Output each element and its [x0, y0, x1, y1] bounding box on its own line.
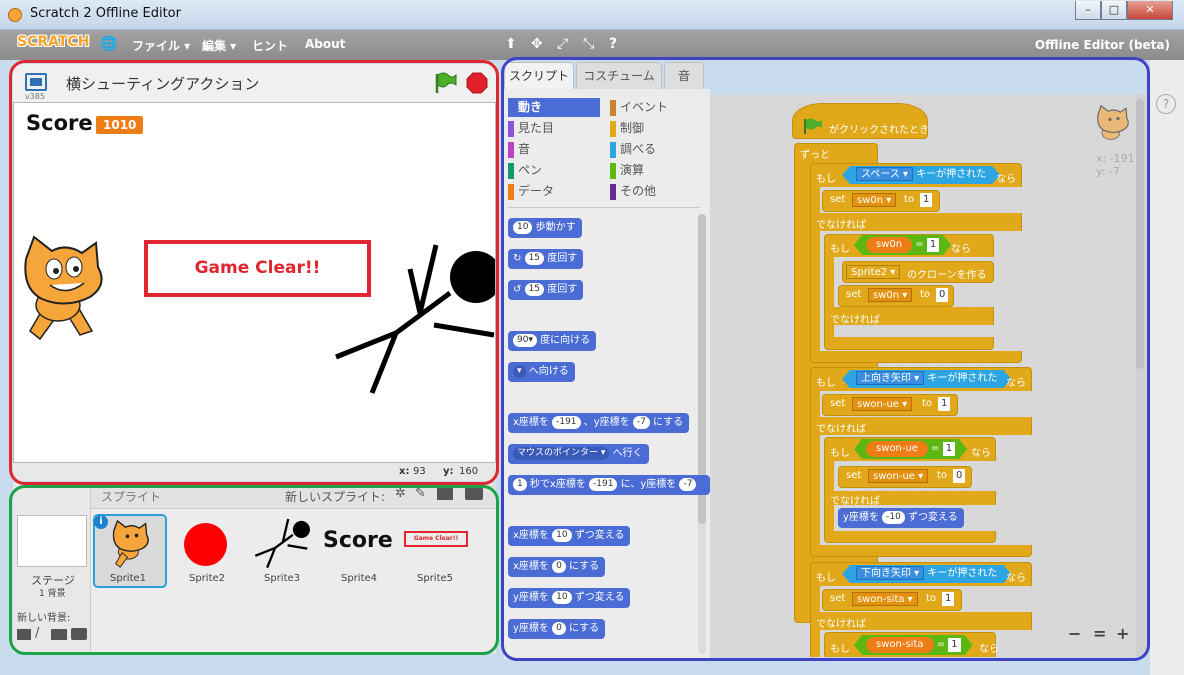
highlight-frame-sprites — [9, 485, 499, 655]
highlight-frame-stage — [9, 60, 499, 485]
minimize-button[interactable]: – — [1075, 1, 1101, 20]
offline-editor-label: Offline Editor (beta) — [1034, 38, 1170, 52]
scratch-cat-icon — [8, 8, 22, 22]
help-icon[interactable]: ? — [1156, 94, 1176, 114]
grow-icon[interactable]: ⤢ — [557, 36, 568, 52]
scratch-logo[interactable]: SCRATCH — [17, 34, 89, 50]
menu-file[interactable]: ファイル ▾ — [132, 37, 190, 54]
window-titlebar: Scratch 2 Offline Editor – □ ✕ — [0, 0, 1184, 30]
shrink-icon[interactable]: ⤡ — [583, 36, 594, 52]
menu-about[interactable]: About — [305, 37, 345, 51]
maximize-button[interactable]: □ — [1101, 1, 1127, 20]
window-title: Scratch 2 Offline Editor — [30, 6, 181, 21]
menu-edit[interactable]: 編集 ▾ — [202, 37, 236, 54]
menu-hint[interactable]: ヒント — [252, 37, 288, 54]
right-side-strip: ? — [1150, 60, 1184, 675]
duplicate-stamp-icon[interactable]: ⬆ — [505, 36, 517, 52]
help-block-icon[interactable]: ? — [609, 36, 617, 52]
close-button[interactable]: ✕ — [1127, 1, 1173, 20]
language-globe-icon[interactable]: 🌐 — [100, 36, 117, 52]
cut-scissors-icon[interactable]: ✥ — [531, 36, 543, 52]
highlight-frame-scripts — [501, 57, 1150, 661]
